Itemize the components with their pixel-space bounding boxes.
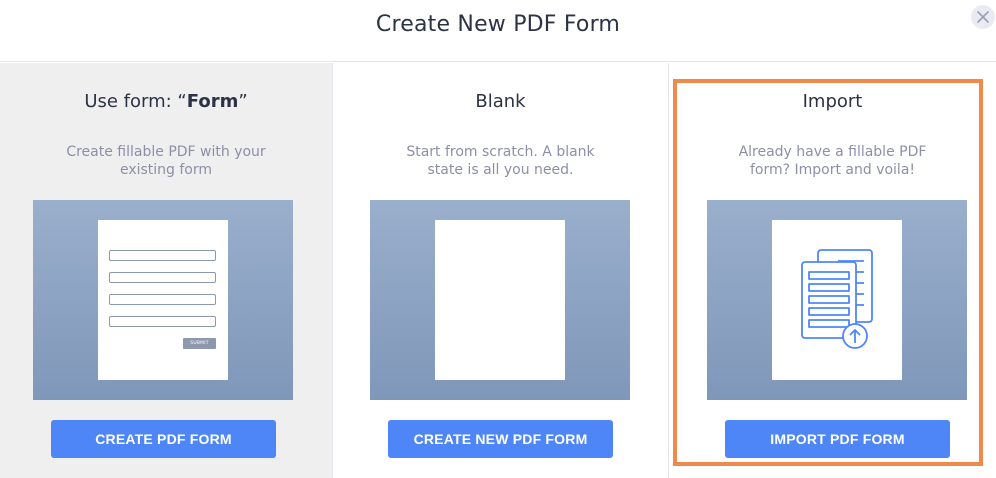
option-description: Create fillable PDF with your existing f… — [66, 144, 266, 178]
option-import[interactable]: Import Already have a fillable PDF form?… — [669, 63, 996, 478]
modal-title: Create New PDF Form — [375, 12, 621, 37]
pdf-import-icon — [801, 249, 873, 349]
create-pdf-form-button[interactable]: CREATE PDF FORM — [51, 420, 276, 458]
option-blank[interactable]: Blank Start from scratch. A blank state … — [333, 63, 669, 478]
form-preview: SUBMIT — [33, 200, 293, 400]
import-preview — [707, 200, 967, 400]
option-use-form[interactable]: Use form: “Form” Create fillable PDF wit… — [0, 63, 333, 478]
option-title: Blank — [475, 91, 526, 112]
create-new-pdf-form-button[interactable]: CREATE NEW PDF FORM — [388, 420, 613, 458]
import-pdf-form-button[interactable]: IMPORT PDF FORM — [725, 420, 950, 458]
close-button[interactable] — [971, 5, 995, 29]
form-field — [109, 316, 216, 327]
blank-sheet — [435, 220, 565, 380]
form-field — [109, 250, 216, 261]
modal-header: Create New PDF Form — [0, 0, 996, 62]
form-field — [109, 294, 216, 305]
form-submit-button: SUBMIT — [183, 338, 216, 349]
import-sheet — [772, 220, 902, 380]
option-description: Start from scratch. A blank state is all… — [406, 144, 595, 178]
option-title: Import — [802, 91, 863, 112]
option-description: Already have a fillable PDF form? Import… — [738, 144, 927, 178]
close-icon — [977, 11, 989, 23]
form-sheet: SUBMIT — [98, 220, 228, 380]
blank-preview — [370, 200, 630, 400]
option-title: Use form: “Form” — [84, 91, 248, 112]
form-field — [109, 272, 216, 283]
